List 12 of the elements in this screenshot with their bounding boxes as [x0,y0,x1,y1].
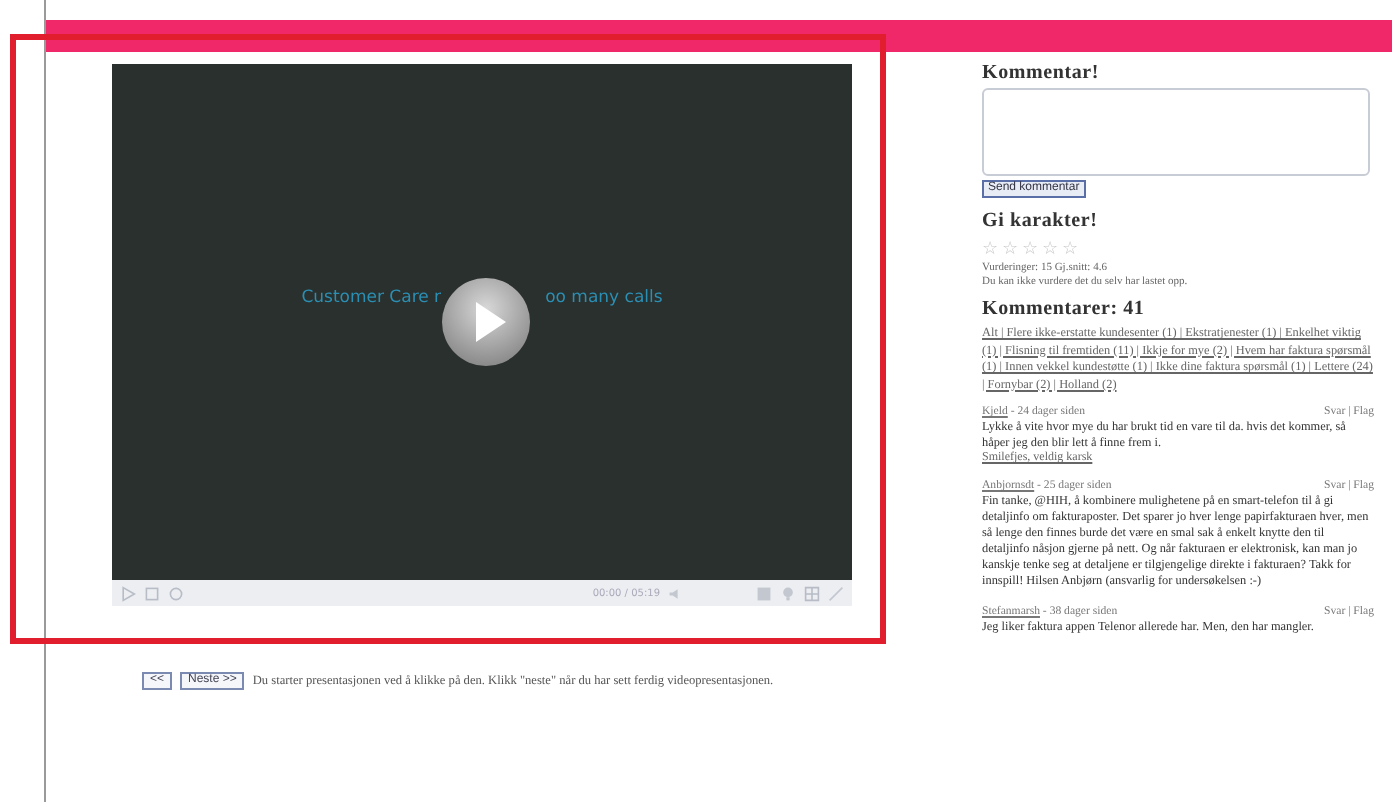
section-heading: Kommentarer: 41 [982,298,1145,320]
comment-field[interactable] [982,88,1370,176]
bulb-icon[interactable] [780,585,796,601]
video-caption: Customer Care r [301,288,442,308]
circle-icon[interactable] [168,585,184,601]
section-heading: Kommentar! [982,62,1100,84]
video-frame[interactable]: Customer Care r oo many calls [112,64,852,580]
stop-icon[interactable] [144,585,160,601]
play-icon[interactable] [440,276,532,368]
video-caption: oo many calls [545,288,663,308]
speaker-icon[interactable] [668,585,684,601]
section-heading: Gi karakter! [982,210,1098,232]
